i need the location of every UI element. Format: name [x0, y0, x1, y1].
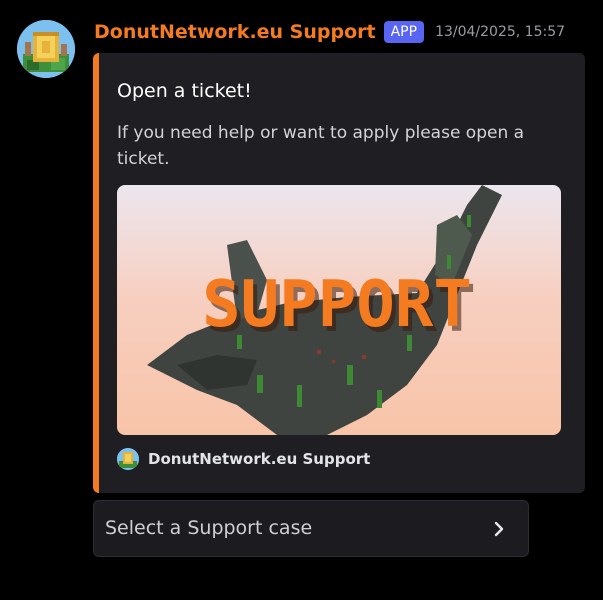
- chat-message: DonutNetwork.eu Support APP 13/04/2025, …: [0, 0, 603, 600]
- embed-image[interactable]: SUPPORT SUPPORT: [117, 185, 561, 435]
- embed-card: Open a ticket! If you need help or want …: [93, 53, 585, 493]
- app-badge: APP: [383, 21, 425, 43]
- support-banner-image: SUPPORT SUPPORT: [117, 185, 561, 435]
- bot-avatar[interactable]: [17, 20, 75, 78]
- select-placeholder: Select a Support case: [105, 517, 313, 539]
- author-name[interactable]: DonutNetwork.eu Support: [94, 21, 376, 43]
- support-case-select[interactable]: Select a Support case: [93, 500, 529, 557]
- banner-text: SUPPORT: [202, 268, 472, 342]
- embed-description: If you need help or want to apply please…: [117, 123, 525, 169]
- chevron-right-icon: [494, 521, 504, 537]
- footer-text: DonutNetwork.eu Support: [148, 450, 371, 468]
- embed-accent-bar: [93, 53, 99, 493]
- embed-footer: DonutNetwork.eu Support: [117, 447, 370, 471]
- donut-logo-icon: [17, 20, 75, 78]
- footer-logo-icon: [117, 448, 139, 470]
- message-timestamp: 13/04/2025, 15:57: [435, 24, 566, 40]
- message-header: DonutNetwork.eu Support APP 13/04/2025, …: [94, 18, 565, 46]
- embed-title: Open a ticket!: [117, 80, 252, 102]
